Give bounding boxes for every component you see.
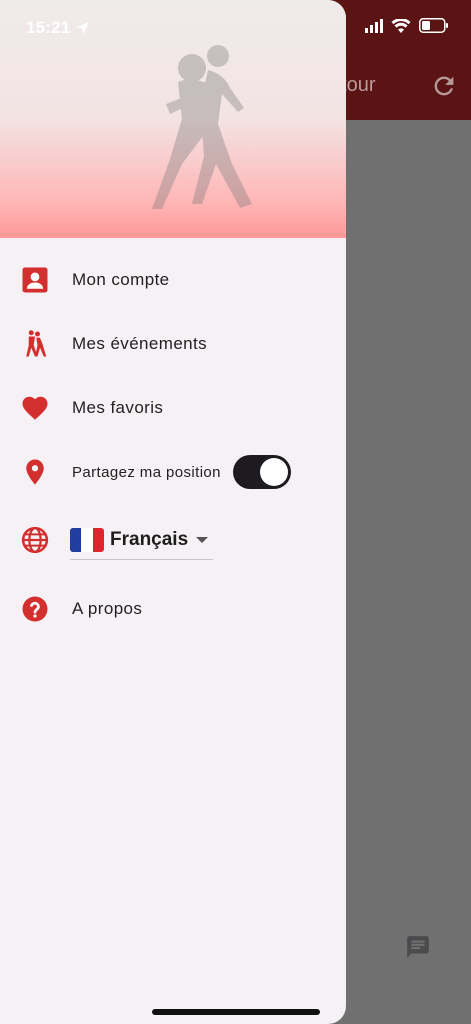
battery-icon [419, 18, 448, 33]
menu-item-account[interactable]: Mon compte [0, 252, 346, 308]
language-dropdown[interactable]: Français [70, 521, 213, 560]
dropdown-caret-icon [196, 536, 209, 543]
dancers-illustration [152, 45, 252, 209]
status-bar-left: 15:21 [26, 18, 90, 38]
cellular-signal-icon [365, 18, 383, 33]
chat-icon[interactable] [405, 934, 431, 960]
menu-item-language: Français [0, 512, 346, 568]
share-position-toggle[interactable] [233, 455, 291, 489]
menu-item-about-label: A propos [72, 599, 143, 618]
menu-item-about[interactable]: A propos [0, 581, 346, 637]
language-dropdown-label: Français [110, 528, 189, 550]
account-box-icon [22, 267, 48, 293]
location-pin-icon [26, 459, 44, 485]
heart-icon [22, 396, 48, 420]
menu-item-account-label: Mon compte [72, 270, 170, 289]
toggle-knob [260, 458, 288, 486]
navigation-drawer: 15:21 Mon compte Mes événements Mes favo… [0, 0, 346, 1024]
home-indicator [152, 1009, 320, 1015]
help-circle-icon [22, 596, 48, 622]
menu-item-favorites-label: Mes favoris [72, 398, 164, 417]
status-time: 15:21 [26, 18, 71, 37]
france-flag-icon [70, 527, 104, 552]
status-bar-right [365, 18, 449, 33]
menu-item-events-label: Mes événements [72, 334, 208, 353]
menu-item-favorites[interactable]: Mes favoris [0, 380, 346, 436]
refresh-icon [434, 76, 454, 96]
location-arrow-icon [77, 22, 90, 34]
menu-item-events[interactable]: Mes événements [0, 316, 346, 372]
globe-icon [21, 526, 49, 554]
menu-item-share-position: Partagez ma position [0, 444, 346, 500]
wifi-icon [391, 18, 411, 33]
menu-item-share-position-label: Partagez ma position [72, 463, 221, 481]
dancers-icon [26, 330, 47, 357]
